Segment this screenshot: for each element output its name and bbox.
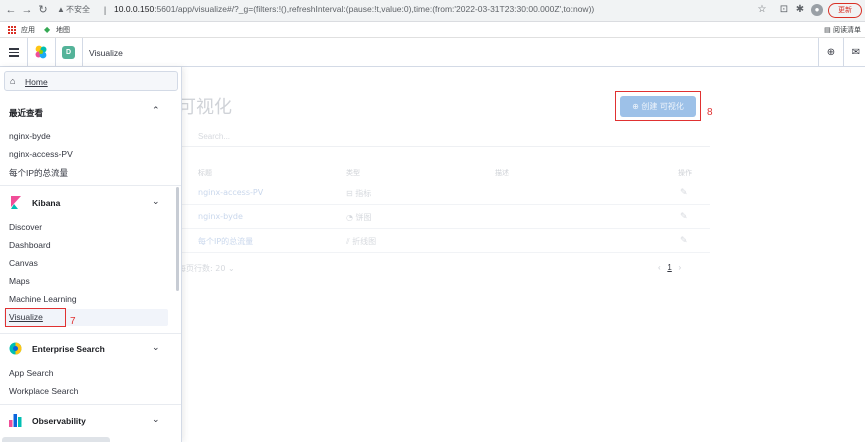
separator-icon: | bbox=[103, 5, 107, 15]
home-icon: ⌂ bbox=[10, 76, 16, 86]
url-host: 10.0.0.150 bbox=[114, 4, 155, 14]
breadcrumb: Visualize bbox=[89, 48, 123, 58]
search-field[interactable]: Search... bbox=[178, 129, 710, 147]
bookmark-apps[interactable]: 应用 bbox=[21, 25, 35, 35]
divider bbox=[0, 185, 181, 186]
maps-icon: ◆ bbox=[44, 25, 51, 34]
url-path: :5601/app/visualize#/?_g=(filters:!(),re… bbox=[154, 4, 595, 14]
edit-pencil-icon[interactable]: ✎ bbox=[680, 187, 688, 198]
divider bbox=[0, 404, 181, 405]
home-link[interactable]: ⌂ Home bbox=[4, 71, 178, 91]
type-label: 指标 bbox=[355, 189, 372, 198]
reload-icon[interactable]: ↻ bbox=[36, 3, 50, 17]
pagination: ‹ 1 › bbox=[658, 263, 681, 272]
back-icon[interactable]: ← bbox=[4, 3, 18, 17]
recent-item[interactable]: nginx-access-PV bbox=[9, 149, 73, 159]
apps-grid-icon[interactable] bbox=[8, 26, 16, 34]
visualization-title[interactable]: 每个IP的总流量 bbox=[198, 236, 253, 247]
divider bbox=[0, 333, 181, 334]
type-label: 饼图 bbox=[355, 213, 372, 222]
star-icon[interactable]: ☆ bbox=[756, 4, 768, 16]
menu-toggle-icon[interactable] bbox=[9, 48, 19, 57]
browser-status-bar bbox=[2, 437, 110, 442]
current-page[interactable]: 1 bbox=[667, 263, 671, 272]
chevron-down-icon[interactable]: ⌄ bbox=[152, 342, 160, 353]
observability-logo-icon bbox=[9, 414, 22, 427]
rows-per-page[interactable]: 每页行数: 20 ⌄ bbox=[178, 263, 235, 274]
rows-per-page-label: 每页行数: 20 bbox=[178, 264, 226, 273]
visualization-title[interactable]: nginx-access-PV bbox=[198, 188, 263, 197]
page-title: 可视化 bbox=[178, 97, 232, 118]
recent-item[interactable]: 每个IP的总流量 bbox=[9, 167, 68, 179]
divider bbox=[843, 38, 844, 67]
type-label: 折线图 bbox=[352, 237, 377, 246]
browser-toolbar: ← → ↻ ▲ 不安全 | 10.0.0.150:5601/app/visual… bbox=[0, 0, 865, 22]
annotation-label-8: 8 bbox=[707, 107, 713, 118]
line-chart-icon: ⫽ bbox=[346, 237, 350, 246]
next-page-icon[interactable]: › bbox=[678, 263, 681, 272]
visualization-type: ⊟ 指标 bbox=[346, 188, 371, 199]
nav-item-workplace-search[interactable]: Workplace Search bbox=[9, 386, 78, 396]
divider bbox=[818, 38, 819, 67]
flyout-scrollbar[interactable] bbox=[176, 187, 179, 291]
column-title[interactable]: 标题 bbox=[198, 168, 212, 178]
edit-pencil-icon[interactable]: ✎ bbox=[680, 235, 688, 246]
nav-item-canvas[interactable]: Canvas bbox=[9, 258, 38, 268]
help-icon[interactable]: ⊕ bbox=[825, 47, 837, 59]
divider bbox=[82, 38, 83, 67]
column-description: 描述 bbox=[495, 169, 509, 177]
profile-icon[interactable]: ● bbox=[811, 4, 823, 16]
nav-item-maps[interactable]: Maps bbox=[9, 276, 30, 286]
table-row[interactable]: nginx-byde ◔ 饼图 ✎ bbox=[178, 206, 710, 229]
nav-item-machine-learning[interactable]: Machine Learning bbox=[9, 294, 77, 304]
side-nav-flyout: ⌂ Home 最近查看 ⌃ nginx-byde nginx-access-PV… bbox=[0, 67, 182, 442]
nav-item-dashboard[interactable]: Dashboard bbox=[9, 240, 51, 250]
update-button[interactable]: 更新 bbox=[828, 3, 862, 18]
bookmark-maps[interactable]: 地图 bbox=[56, 25, 70, 35]
visualization-title[interactable]: nginx-byde bbox=[198, 212, 243, 221]
column-type[interactable]: 类型 bbox=[346, 168, 360, 178]
column-actions: 操作 bbox=[678, 169, 692, 177]
newsfeed-icon[interactable]: ✉ bbox=[850, 47, 862, 59]
divider bbox=[55, 38, 56, 67]
chevron-down-icon[interactable]: ⌄ bbox=[152, 414, 160, 425]
nav-item-discover[interactable]: Discover bbox=[9, 222, 42, 232]
nav-item-app-search[interactable]: App Search bbox=[9, 368, 53, 378]
pie-chart-icon: ◔ bbox=[346, 213, 353, 222]
visualization-type: ◔ 饼图 bbox=[346, 212, 372, 223]
table-row[interactable]: nginx-access-PV ⊟ 指标 ✎ bbox=[178, 182, 710, 205]
recent-item[interactable]: nginx-byde bbox=[9, 131, 51, 141]
enterprise-search-logo-icon bbox=[9, 342, 22, 355]
translate-icon[interactable]: ⊡ bbox=[778, 4, 790, 16]
extensions-icon[interactable]: ✱ bbox=[794, 4, 806, 16]
bookmarks-bar: 应用 ◆ 地图 ▤ 阅读清单 bbox=[0, 22, 865, 38]
reading-list-label: 阅读清单 bbox=[833, 26, 861, 34]
reading-list[interactable]: ▤ 阅读清单 bbox=[824, 25, 861, 35]
annotation-box-7 bbox=[5, 308, 66, 327]
chevron-up-icon[interactable]: ⌃ bbox=[152, 105, 160, 116]
metric-icon: ⊟ bbox=[346, 189, 353, 198]
divider bbox=[27, 38, 28, 67]
chevron-down-icon[interactable]: ⌄ bbox=[152, 196, 160, 207]
edit-pencil-icon[interactable]: ✎ bbox=[680, 211, 688, 222]
security-label[interactable]: 不安全 bbox=[66, 4, 90, 15]
elastic-logo-icon[interactable] bbox=[34, 45, 48, 59]
prev-page-icon[interactable]: ‹ bbox=[658, 263, 661, 272]
visualization-type: ⫽ 折线图 bbox=[346, 236, 376, 247]
chevron-down-icon: ⌄ bbox=[227, 264, 235, 273]
kibana-logo-icon bbox=[11, 196, 21, 209]
kibana-header: D Visualize ⊕ ✉ bbox=[0, 38, 865, 67]
annotation-box-8 bbox=[615, 91, 701, 121]
enterprise-search-group-title[interactable]: Enterprise Search bbox=[32, 344, 105, 354]
table-row[interactable]: 每个IP的总流量 ⫽ 折线图 ✎ bbox=[178, 230, 710, 253]
forward-icon[interactable]: → bbox=[20, 3, 34, 17]
observability-group-title[interactable]: Observability bbox=[32, 416, 86, 426]
kibana-group-title[interactable]: Kibana bbox=[32, 198, 60, 208]
search-placeholder: Search... bbox=[198, 132, 231, 141]
recent-group-title[interactable]: 最近查看 bbox=[9, 107, 43, 119]
home-label: Home bbox=[25, 77, 48, 87]
annotation-label-7: 7 bbox=[70, 316, 76, 327]
address-bar[interactable]: 10.0.0.150:5601/app/visualize#/?_g=(filt… bbox=[114, 4, 594, 14]
space-avatar[interactable]: D bbox=[62, 46, 75, 59]
